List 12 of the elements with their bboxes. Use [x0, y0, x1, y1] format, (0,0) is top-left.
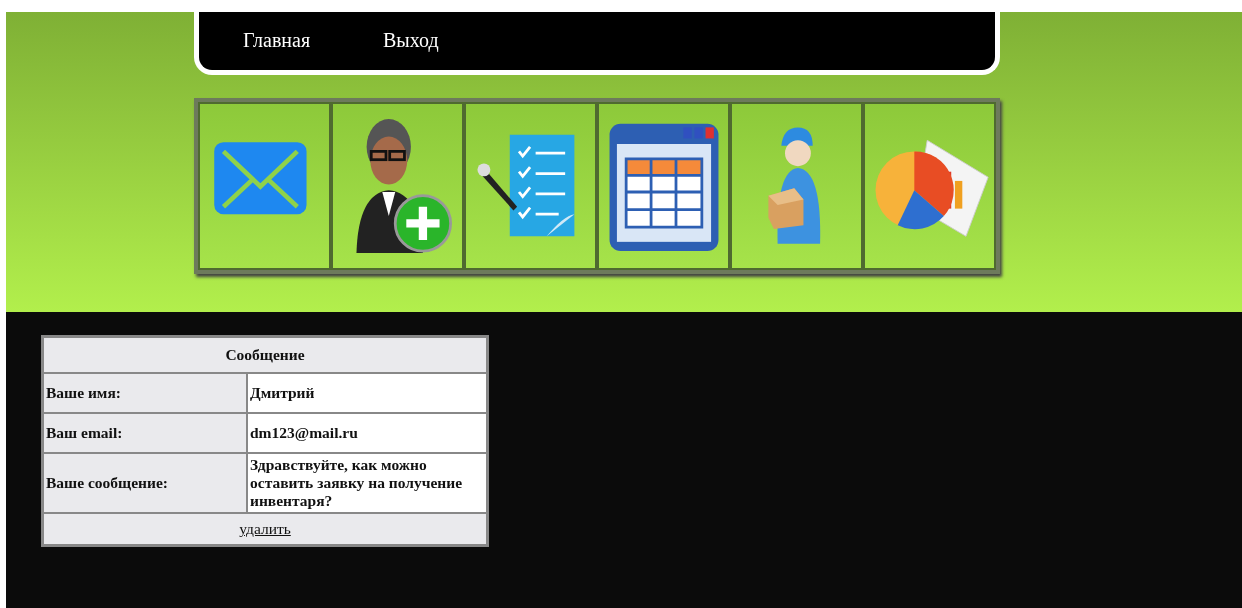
field-value: Здравствуйте, как можно оставить заявку на получение инвентаря?	[247, 453, 488, 513]
toolbar-button[interactable]	[331, 102, 464, 270]
field-label: Ваше имя:	[42, 373, 247, 413]
field-value: Дмитрий	[247, 373, 488, 413]
nav-link[interactable]: Выход	[383, 29, 439, 52]
field-label: Ваш email:	[42, 413, 247, 453]
table-title: Сообщение	[42, 336, 488, 373]
field-value: dm123@mail.ru	[247, 413, 488, 453]
toolbar-button[interactable]	[597, 102, 730, 270]
nav-link[interactable]: Главная	[243, 29, 383, 52]
field-label: Ваше сообщение:	[42, 453, 247, 513]
delete-link[interactable]: удалить	[239, 520, 291, 537]
